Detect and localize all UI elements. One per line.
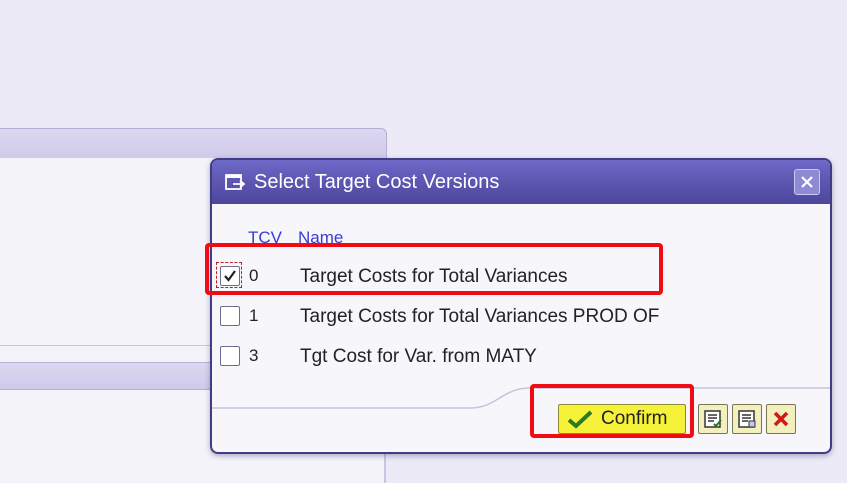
row-checkbox[interactable]: [220, 346, 240, 366]
row-name: Tgt Cost for Var. from MATY: [300, 346, 537, 367]
row-tcv: 0: [249, 266, 259, 285]
row-checkbox[interactable]: [220, 306, 240, 326]
row-name: Target Costs for Total Variances PROD OF: [300, 306, 660, 327]
list-item[interactable]: 3 Tgt Cost for Var. from MATY: [212, 340, 830, 372]
row-name: Target Costs for Total Variances: [300, 266, 568, 287]
checkmark-icon: [567, 410, 593, 429]
checkmark-icon: [224, 270, 236, 282]
dialog-title: Select Target Cost Versions: [254, 170, 500, 193]
list-item[interactable]: 0 Target Costs for Total Variances: [212, 260, 830, 292]
column-header-tcv[interactable]: TCV: [248, 228, 282, 248]
select-all-icon: [704, 410, 722, 428]
deselect-all-icon: [738, 410, 756, 428]
select-all-button[interactable]: [698, 404, 728, 434]
row-checkbox[interactable]: [220, 266, 240, 286]
confirm-label: Confirm: [601, 408, 668, 429]
deselect-all-button[interactable]: [732, 404, 762, 434]
dialog-select-icon: [224, 171, 250, 193]
cancel-button[interactable]: [766, 404, 796, 434]
dialog-title-bar: Select Target Cost Versions: [212, 160, 830, 204]
close-icon: [801, 176, 813, 188]
row-tcv: 3: [249, 346, 259, 365]
list-item[interactable]: 1 Target Costs for Total Variances PROD …: [212, 300, 830, 332]
confirm-button[interactable]: Confirm: [558, 404, 686, 434]
background-panel-header: [0, 128, 387, 160]
row-tcv: 1: [249, 306, 259, 325]
cancel-x-icon: [773, 411, 789, 427]
select-target-cost-versions-dialog: Select Target Cost Versions TCV Name 0 T…: [210, 158, 832, 454]
column-headers: TCV Name: [212, 228, 830, 250]
close-button[interactable]: [794, 169, 820, 195]
column-header-name[interactable]: Name: [298, 228, 343, 248]
